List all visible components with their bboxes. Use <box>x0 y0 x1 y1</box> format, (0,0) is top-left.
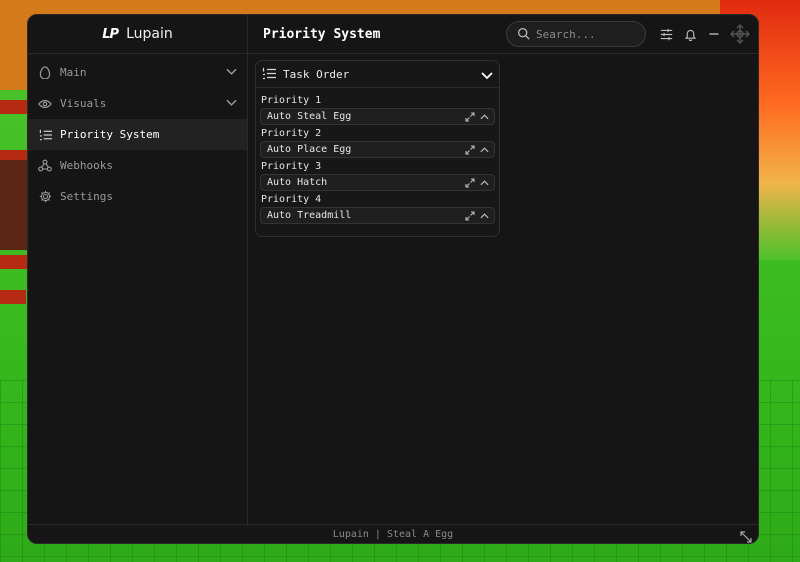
priority-value: Auto Treadmill <box>267 210 352 221</box>
expand-icon[interactable] <box>464 144 476 156</box>
search-box[interactable] <box>506 21 646 47</box>
title-bar: LP Lupain Priority System <box>28 15 758 54</box>
priority-dropdown[interactable]: Auto Treadmill <box>260 207 495 224</box>
priority-value: Auto Place Egg <box>267 144 352 155</box>
webhook-icon <box>38 159 52 173</box>
priority-value: Auto Hatch <box>267 177 328 188</box>
card-title: Task Order <box>283 67 350 81</box>
search-input[interactable] <box>536 27 636 41</box>
chevron-down-icon[interactable] <box>481 65 493 84</box>
priority-label: Priority 1 <box>261 95 322 106</box>
brand: LP Lupain <box>28 15 248 53</box>
page-title: Priority System <box>263 26 381 42</box>
priority-dropdown[interactable]: Auto Hatch <box>260 174 495 191</box>
sliders-icon[interactable] <box>658 26 674 42</box>
list-ordered-icon <box>38 128 52 142</box>
sidebar-item-label: Settings <box>60 190 113 203</box>
priority-label: Priority 3 <box>261 161 322 172</box>
footer: Lupain | Steal A Egg <box>28 524 758 543</box>
sidebar-item-label: Visuals <box>60 97 107 110</box>
search-icon <box>517 25 530 44</box>
list-ordered-icon <box>262 65 276 84</box>
priority-value: Auto Steal Egg <box>267 111 352 122</box>
expand-icon[interactable] <box>464 111 476 123</box>
minimize-icon[interactable] <box>706 26 722 42</box>
sidebar-item-settings[interactable]: Settings <box>28 181 247 212</box>
app-name: Lupain <box>126 26 173 42</box>
sidebar-item-label: Priority System <box>60 128 160 141</box>
resize-icon[interactable] <box>740 528 752 543</box>
app-window: LP Lupain Priority System Search... Main… <box>27 14 759 544</box>
app-logo: LP <box>102 26 119 42</box>
main-content: Task Order Priority 1 Auto Steal Egg Pri… <box>249 54 758 526</box>
footer-text: Lupain | Steal A Egg <box>332 528 454 540</box>
priority-dropdown[interactable]: Auto Place Egg <box>260 141 495 158</box>
chevron-down-icon <box>226 97 237 110</box>
sidebar-item-label: Webhooks <box>60 159 113 172</box>
sidebar: Main Visuals Priority System Webhooks Se… <box>28 54 248 526</box>
chevron-up-icon[interactable] <box>478 210 490 222</box>
eye-icon <box>38 97 52 111</box>
expand-icon[interactable] <box>464 177 476 189</box>
sidebar-item-webhooks[interactable]: Webhooks <box>28 150 247 181</box>
sidebar-item-visuals[interactable]: Visuals <box>28 88 247 119</box>
task-order-header[interactable]: Task Order <box>256 61 499 88</box>
sidebar-item-main[interactable]: Main <box>28 57 247 88</box>
chevron-down-icon <box>226 66 237 79</box>
move-icon[interactable] <box>730 24 750 44</box>
priority-label: Priority 2 <box>261 128 322 139</box>
gear-icon <box>38 190 52 204</box>
expand-icon[interactable] <box>464 210 476 222</box>
bell-icon[interactable] <box>682 26 698 42</box>
priority-label: Priority 4 <box>261 194 322 205</box>
egg-icon <box>38 66 52 80</box>
chevron-up-icon[interactable] <box>478 144 490 156</box>
sidebar-item-priority-system[interactable]: Priority System <box>28 119 247 150</box>
priority-dropdown[interactable]: Auto Steal Egg <box>260 108 495 125</box>
task-order-card: Task Order Priority 1 Auto Steal Egg Pri… <box>255 60 500 237</box>
sidebar-item-label: Main <box>60 66 87 79</box>
chevron-up-icon[interactable] <box>478 177 490 189</box>
chevron-up-icon[interactable] <box>478 111 490 123</box>
